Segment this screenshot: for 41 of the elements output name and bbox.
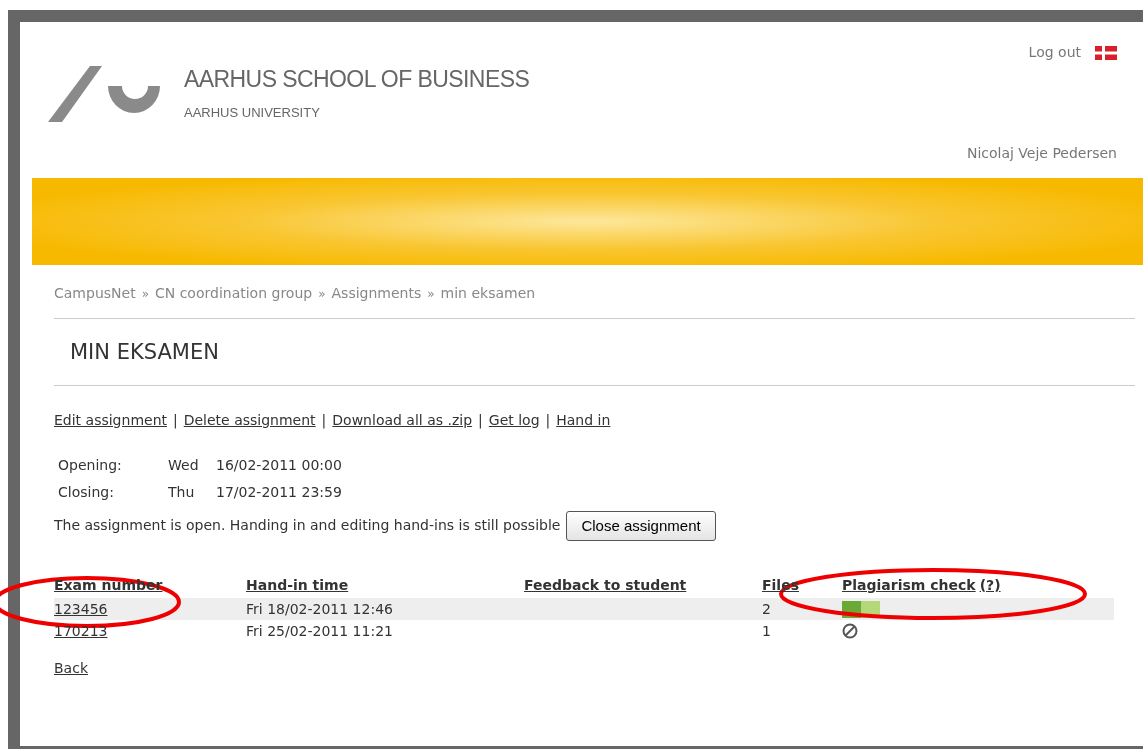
exam-number-link[interactable]: 123456 [54,600,108,617]
action-link[interactable]: Hand in [556,409,611,431]
school-name: AARHUS SCHOOL OF BUSINESS [184,65,530,94]
user-name: Nicolaj Veje Pedersen [966,144,1117,163]
action-link[interactable]: Get log [488,409,540,431]
date-label: Opening: [58,455,123,475]
link-separator: | [545,410,551,431]
logout-link[interactable]: Log out [1028,42,1081,63]
not-available-icon [842,623,858,639]
column-header[interactable]: Plagiarism check [842,575,976,596]
status-message: The assignment is open. Handing in and editing hand-ins is still possible [54,516,561,536]
breadcrumb-separator: » [141,285,149,303]
date-label: Closing: [58,482,115,502]
back-link[interactable]: Back [54,658,88,679]
column-header[interactable]: Feedback to student [524,577,687,593]
date-value: 16/02-2011 00:00 [216,455,342,475]
weekday: Thu [168,482,196,502]
breadcrumb-separator: » [318,285,326,303]
table-cell: Fri 18/02-2011 12:46 [246,600,393,617]
link-separator: | [478,410,483,431]
table-cell: 2 [762,600,771,617]
flag-icon[interactable] [1095,45,1117,60]
action-link[interactable]: Delete assignment [183,409,316,431]
link-separator: | [173,410,178,431]
help-link[interactable]: (?) [979,575,1001,596]
breadcrumb-separator: » [427,285,435,303]
breadcrumb-link[interactable]: CN coordination group [154,283,313,304]
breadcrumb-link[interactable]: CampusNet [54,283,136,304]
action-link[interactable]: Download all as .zip [332,409,473,431]
date-value: 17/02-2011 23:59 [216,482,342,502]
close-assignment-button[interactable]: Close assignment [566,510,716,541]
column-header[interactable]: Hand-in time [246,577,349,593]
link-separator: | [321,410,327,431]
action-link[interactable]: Edit assignment [54,409,167,431]
breadcrumb-link[interactable]: Assignments [331,283,422,304]
table-cell: 1 [762,622,771,639]
university-name: AARHUS UNIVERSITY [184,103,321,122]
page-title: MIN EKSAMEN [54,319,1135,386]
table-cell: Fri 25/02-2011 11:21 [246,622,393,639]
weekday: Wed [168,455,200,475]
breadcrumb-link[interactable]: min eksamen [440,283,536,304]
